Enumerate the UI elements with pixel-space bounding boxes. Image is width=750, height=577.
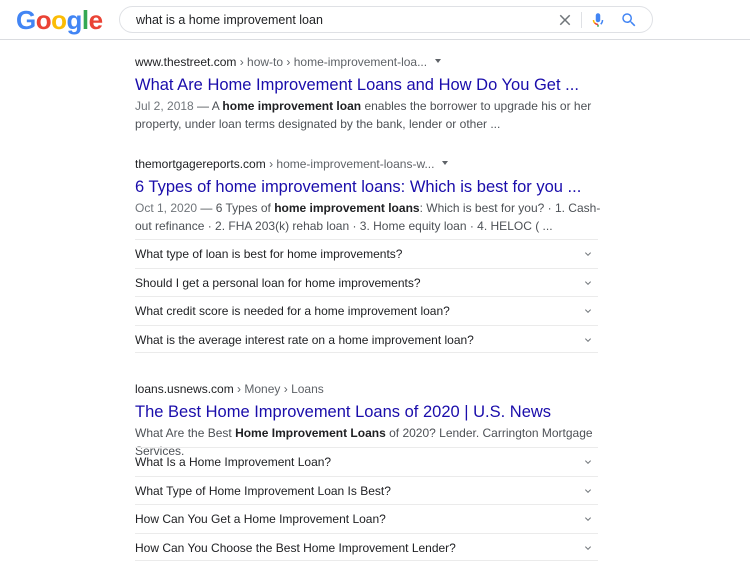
logo-letter: e [88, 5, 103, 35]
question-item[interactable]: What credit score is needed for a home i… [135, 296, 598, 325]
question-text: How Can You Choose the Best Home Improve… [135, 540, 456, 555]
chevron-down-icon [585, 309, 591, 314]
result-snippet: Jul 2, 2018 — A home improvement loan en… [135, 97, 605, 133]
question-item[interactable]: What type of loan is best for home impro… [135, 239, 598, 268]
question-item[interactable]: What Is a Home Improvement Loan? [135, 447, 598, 476]
chevron-down-icon [585, 460, 591, 464]
result-title-link[interactable]: What Are Home Improvement Loans and How … [135, 74, 605, 96]
mic-icon[interactable] [589, 11, 607, 29]
logo-letter: l [81, 5, 89, 35]
result-date: Jul 2, 2018 [135, 99, 194, 113]
question-item[interactable]: What Type of Home Improvement Loan Is Be… [135, 475, 598, 505]
result-path: › home-improvement-loans-w... [265, 157, 435, 171]
snippet-text: — A [193, 99, 223, 113]
question-item[interactable]: What is the average interest rate on a h… [135, 324, 598, 354]
result-site: loans.usnews.com [135, 382, 234, 396]
question-text: What Type of Home Improvement Loan Is Be… [135, 483, 391, 498]
snippet-text: What Are the Best [135, 426, 236, 440]
question-text: What is the average interest rate on a h… [135, 332, 474, 347]
search-header: Google what is a home improvement loan [0, 0, 750, 40]
snippet-highlight: home improvement loan [222, 99, 362, 113]
question-item[interactable]: How Can You Choose the Best Home Improve… [135, 532, 598, 562]
logo-letter: g [66, 5, 83, 35]
close-icon[interactable] [556, 11, 574, 29]
search-icon[interactable] [620, 11, 638, 29]
question-text: What Is a Home Improvement Loan? [135, 455, 332, 469]
question-text: What type of loan is best for home impro… [135, 247, 403, 261]
search-input[interactable]: what is a home improvement loan [136, 13, 323, 27]
google-logo[interactable]: Google [16, 5, 103, 36]
snippet-highlight: home improvement loans [274, 201, 420, 215]
question-text: What credit score is needed for a home i… [135, 304, 450, 319]
search-result: www.thestreet.com › how-to › home-improv… [135, 54, 605, 133]
chevron-down-icon [585, 252, 591, 256]
snippet-text: — 6 Types of [197, 201, 275, 215]
logo-letter: o [51, 5, 67, 35]
result-date: Oct 1, 2020 [135, 201, 198, 215]
result-snippet: Oct 1, 2020 — 6 Types of home improvemen… [135, 199, 605, 235]
logo-letter: G [16, 5, 36, 35]
result-path: › Money › Loans [233, 382, 324, 396]
question-text: Should I get a personal loan for home im… [135, 275, 421, 290]
result-path: › how-to › home-improvement-loa... [236, 55, 428, 69]
question-item[interactable]: Should I get a personal loan for home im… [135, 267, 598, 297]
question-text: How Can You Get a Home Improvement Loan? [135, 512, 386, 527]
search-divider [581, 12, 582, 28]
result-title-link[interactable]: The Best Home Improvement Loans of 2020 … [135, 401, 605, 423]
chevron-down-icon [585, 517, 591, 522]
result-site: themortgagereports.com [135, 157, 266, 171]
related-questions: What type of loan is best for home impro… [135, 239, 598, 354]
result-title-link[interactable]: 6 Types of home improvement loans: Which… [135, 176, 605, 198]
result-url[interactable]: themortgagereports.com › home-improvemen… [135, 156, 605, 172]
chevron-down-icon [585, 488, 591, 493]
search-result: themortgagereports.com › home-improvemen… [135, 156, 605, 235]
result-url[interactable]: www.thestreet.com › how-to › home-improv… [135, 54, 605, 70]
result-url[interactable]: loans.usnews.com › Money › Loans [135, 381, 605, 397]
search-box[interactable]: what is a home improvement loan [119, 6, 653, 33]
chevron-down-icon [585, 338, 591, 342]
dropdown-arrow-icon[interactable] [435, 58, 442, 63]
chevron-down-icon [585, 280, 591, 285]
related-questions: What Is a Home Improvement Loan? What Ty… [135, 447, 598, 562]
logo-letter: o [35, 5, 52, 35]
dropdown-arrow-icon[interactable] [442, 160, 449, 165]
chevron-down-icon [585, 546, 591, 550]
snippet-highlight: Home Improvement Loans [235, 426, 386, 440]
result-site: www.thestreet.com [135, 55, 237, 69]
question-item[interactable]: How Can You Get a Home Improvement Loan? [135, 504, 598, 533]
